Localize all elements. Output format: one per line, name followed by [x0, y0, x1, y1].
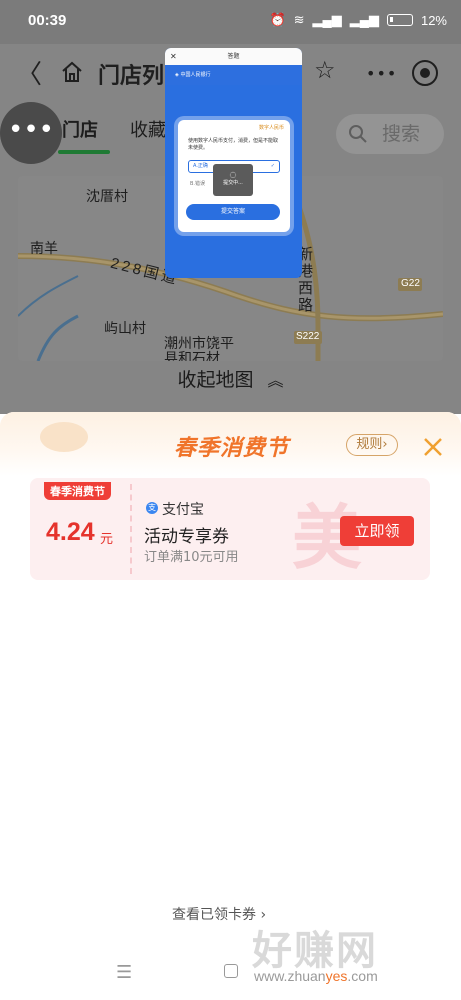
map-label-1: 南羊 — [30, 240, 58, 256]
coupon-amount: 4.24 — [46, 518, 95, 546]
coupon-tag: 春季消费节 — [44, 482, 111, 500]
loading-toast: ◌ 提交中... — [213, 164, 253, 196]
watermark-url: www.zhuanyes.com — [254, 968, 378, 984]
quiz-question: 使用数字人民币支付，消费，但是不能取未使费。 — [188, 138, 279, 151]
chevron-up-icon: ︽ — [267, 371, 284, 390]
menu-nav-icon[interactable]: ☰ — [116, 962, 132, 983]
quiz-card: 数字人民币 使用数字人民币支付，消费，但是不能取未使费。 A.正确 ✓ B.错误… — [178, 120, 290, 232]
status-icons: ⏰ ≋ ▂▄▆ ▂▄▆ 12% — [269, 12, 447, 28]
map-label-0: 沈厝村 — [86, 188, 128, 204]
rules-label: 规则 — [356, 437, 383, 452]
loading-text: 提交中... — [223, 180, 243, 186]
status-time: 00:39 — [28, 12, 67, 29]
popup-bank-bar: ◈ 中国人民银行 — [165, 65, 302, 85]
coupon-name: 活动专享券 — [144, 527, 229, 547]
popup-close-icon[interactable]: ✕ — [170, 48, 177, 65]
close-icon[interactable] — [422, 436, 444, 458]
quiz-popup[interactable]: ✕ 答题 ◈ 中国人民银行 数字人民币 使用数字人民币支付，消费，但是不能取未使… — [165, 48, 302, 278]
signal2-icon: ▂▄▆ — [349, 12, 379, 27]
back-arrow-icon[interactable]: 〈 — [16, 54, 42, 91]
floating-more-button[interactable]: ••• — [0, 102, 62, 164]
rules-button[interactable]: 规则› — [346, 434, 398, 456]
coupon-value-area: 春季消费节 4.24 元 — [30, 478, 130, 580]
star-icon[interactable]: ☆ — [314, 56, 336, 84]
quiz-option-b[interactable]: B.错误 — [190, 180, 205, 187]
map-label-7: G22 — [401, 278, 420, 289]
popup-bank-name: 中国人民银行 — [180, 72, 211, 78]
map-label-6: S222 — [296, 331, 320, 342]
watermark-url-a: www.zhuan — [254, 968, 326, 984]
watermark-url-c: .com — [347, 968, 378, 984]
home-nav-icon[interactable] — [224, 964, 238, 978]
popup-title: 答题 — [227, 53, 240, 60]
home-icon[interactable] — [60, 60, 84, 84]
map-label-4: 潮州市饶平县和石材 — [164, 335, 234, 362]
more-menu-button[interactable]: ••• — [366, 64, 397, 83]
coupon-divider — [130, 484, 132, 574]
wifi-icon: ≋ — [293, 12, 305, 27]
coupon-card[interactable]: 春季消费节 4.24 元 支 支付宝 活动专享券 订单满10元可用 美 立即领 — [30, 478, 430, 580]
record-icon[interactable] — [412, 60, 438, 86]
search-placeholder: 搜索 — [382, 123, 421, 145]
claim-button[interactable]: 立即领 — [340, 516, 414, 546]
check-icon: ✓ — [270, 163, 275, 169]
sheet-title: 春季消费节 — [174, 436, 290, 461]
battery-text: 12% — [420, 12, 447, 28]
quiz-option-a-label: A.正确 — [193, 163, 208, 169]
tab-favorites[interactable]: 收藏 — [130, 116, 166, 142]
alarm-icon: ⏰ — [269, 12, 286, 27]
spinner-icon: ◌ — [229, 170, 237, 179]
coupon-provider: 支付宝 — [162, 502, 204, 518]
alipay-icon: 支 — [146, 502, 158, 514]
tab-active-indicator — [58, 150, 110, 154]
popup-titlebar: ✕ 答题 — [165, 48, 302, 65]
submit-answer-button[interactable]: 提交答案 — [186, 204, 280, 220]
decor-cloud-icon — [40, 422, 88, 452]
sheet-header: 春季消费节 规则› — [0, 412, 461, 476]
collapse-map-label: 收起地图 — [177, 369, 254, 391]
quiz-corner-tag: 数字人民币 — [258, 125, 284, 131]
search-icon — [349, 125, 367, 143]
status-bar: 00:39 ⏰ ≋ ▂▄▆ ▂▄▆ 12% — [0, 0, 461, 44]
watermark: 好赚网 www.zhuanyes.com — [250, 918, 450, 988]
tab-stores[interactable]: 门店 — [62, 116, 98, 142]
search-input[interactable]: 搜索 — [336, 114, 444, 154]
watermark-url-b: yes — [325, 968, 348, 984]
coupon-condition: 订单满10元可用 — [144, 550, 239, 565]
coupon-unit: 元 — [100, 532, 114, 547]
view-claimed-label: 查看已领卡券 — [172, 907, 256, 923]
battery-icon — [386, 14, 413, 26]
collapse-map-button[interactable]: 收起地图 ︽ — [0, 362, 461, 398]
map-label-3: 屿山村 — [104, 320, 146, 336]
page-title: 门店列 — [98, 64, 165, 89]
chevron-right-icon: › — [382, 437, 388, 452]
signal-icon: ▂▄▆ — [312, 12, 342, 27]
